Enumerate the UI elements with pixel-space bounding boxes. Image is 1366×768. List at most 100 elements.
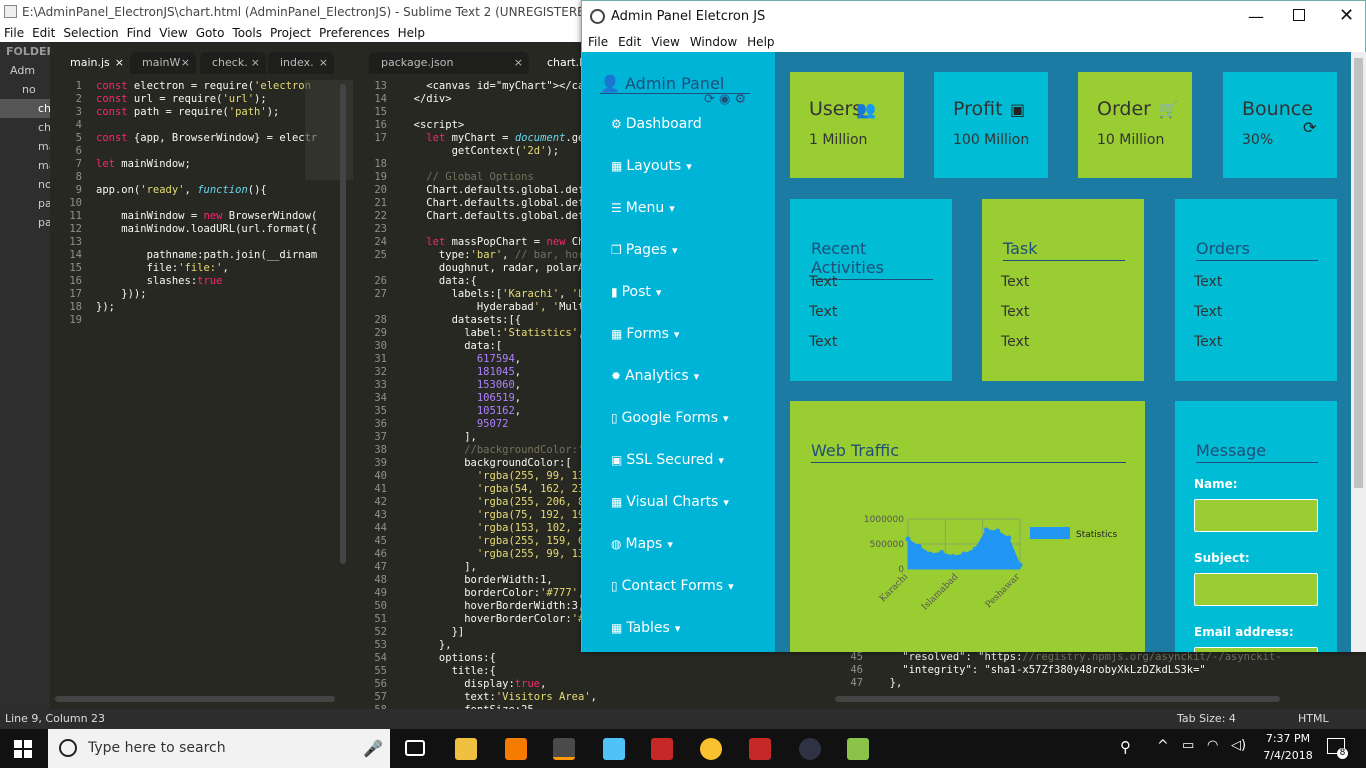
horizontal-scrollbar[interactable] bbox=[55, 696, 335, 702]
menu-file[interactable]: File bbox=[0, 24, 28, 42]
people-icon[interactable]: ⚲ bbox=[1120, 738, 1131, 756]
chevron-up-icon[interactable]: ^ bbox=[1157, 738, 1169, 754]
editor-tab[interactable]: mainW × bbox=[130, 52, 196, 74]
app-menu-window[interactable]: Window bbox=[684, 32, 741, 52]
editor-tab[interactable]: main.js × bbox=[58, 52, 130, 74]
code-line[interactable]: 17 })); bbox=[50, 288, 353, 301]
battery-icon[interactable]: ▭ bbox=[1182, 738, 1194, 753]
close-tab-icon[interactable]: × bbox=[319, 52, 328, 74]
taskbar-search-input[interactable]: Type here to search 🎤 bbox=[48, 729, 390, 768]
app-menu-edit[interactable]: Edit bbox=[612, 32, 645, 52]
sidebar-file-item[interactable]: pa bbox=[0, 194, 50, 213]
section-item[interactable]: Text bbox=[1194, 274, 1222, 290]
nav-item-dashboard[interactable]: ⚙ Dashboard bbox=[611, 116, 707, 132]
menu-project[interactable]: Project bbox=[266, 24, 315, 42]
clock-date[interactable]: 7/4/2018 bbox=[1260, 749, 1316, 762]
menu-find[interactable]: Find bbox=[123, 24, 156, 42]
scrollbar-thumb[interactable] bbox=[1354, 58, 1363, 488]
code-line[interactable]: 11 mainWindow = new BrowserWindow( bbox=[50, 210, 353, 223]
virtualbox-icon[interactable] bbox=[603, 738, 625, 760]
sidebar-file-item[interactable]: ch bbox=[0, 118, 50, 137]
app-scrollbar[interactable] bbox=[1351, 52, 1366, 652]
section-item[interactable]: Text bbox=[809, 274, 837, 290]
code-line[interactable]: 45 "resolved": "https://registry.npmjs.o… bbox=[831, 651, 1366, 664]
section-item[interactable]: Text bbox=[1194, 304, 1222, 320]
stat-card-profit[interactable]: Profit 100 Million ▣ bbox=[934, 72, 1048, 178]
code-line[interactable]: 56 display:true, bbox=[355, 678, 831, 691]
close-tab-icon[interactable]: × bbox=[115, 52, 124, 74]
nav-item-ssl-secured[interactable]: ▣ SSL Secured ▾ bbox=[611, 452, 724, 468]
section-item[interactable]: Text bbox=[1001, 304, 1029, 320]
code-line[interactable]: 13 bbox=[50, 236, 353, 249]
menu-tools[interactable]: Tools bbox=[228, 24, 266, 42]
code-line[interactable]: 19 bbox=[50, 314, 353, 327]
nav-item-layouts[interactable]: ▦ Layouts ▾ bbox=[611, 158, 692, 174]
code-line[interactable]: 18}); bbox=[50, 301, 353, 314]
menu-selection[interactable]: Selection bbox=[59, 24, 122, 42]
close-tab-icon[interactable]: × bbox=[181, 52, 190, 74]
section-item[interactable]: Text bbox=[1001, 334, 1029, 350]
editor-tab[interactable]: check. × bbox=[200, 52, 266, 74]
code-line[interactable]: 9 app.on('ready', function(){ bbox=[50, 184, 353, 197]
nav-item-google-forms[interactable]: ▯ Google Forms ▾ bbox=[611, 410, 729, 426]
electron-icon[interactable] bbox=[799, 738, 821, 760]
code-line[interactable]: 10 bbox=[50, 197, 353, 210]
sidebar-file-item[interactable]: no bbox=[0, 175, 50, 194]
code-line[interactable]: 54 options:{ bbox=[355, 652, 831, 665]
nav-item-analytics[interactable]: ✹ Analytics ▾ bbox=[611, 368, 699, 384]
menu-help[interactable]: Help bbox=[394, 24, 429, 42]
stat-card-bounce[interactable]: Bounce 30% ⟳ bbox=[1223, 72, 1337, 178]
section-item[interactable]: Text bbox=[809, 304, 837, 320]
close-tab-icon[interactable]: × bbox=[514, 52, 523, 74]
chrome-icon[interactable] bbox=[700, 738, 722, 760]
code-line[interactable]: 57 text:'Visitors Area', bbox=[355, 691, 831, 704]
app-menu-view[interactable]: View bbox=[645, 32, 683, 52]
nav-item-tables[interactable]: ▦ Tables ▾ bbox=[611, 620, 680, 636]
sidebar-file-item[interactable]: pa bbox=[0, 213, 50, 232]
gear-icon[interactable]: ⚙ bbox=[735, 92, 747, 107]
sidebar-file-item[interactable]: Adm bbox=[0, 61, 50, 80]
editor-tab[interactable]: index. × bbox=[268, 52, 334, 74]
brand[interactable]: 👤 Admin Panel bbox=[600, 74, 750, 94]
app-menu-file[interactable]: File bbox=[582, 32, 612, 52]
sidebar-file-item[interactable]: no bbox=[0, 80, 50, 99]
sidebar-file-item[interactable]: ma bbox=[0, 137, 50, 156]
nav-item-post[interactable]: ▮ Post ▾ bbox=[611, 284, 661, 300]
refresh-icon[interactable]: ⟳ bbox=[704, 92, 715, 107]
clock-time[interactable]: 7:37 PM bbox=[1260, 732, 1316, 745]
email-field[interactable] bbox=[1194, 647, 1318, 652]
section-item[interactable]: Text bbox=[809, 334, 837, 350]
nav-item-contact-forms[interactable]: ▯ Contact Forms ▾ bbox=[611, 578, 734, 594]
name-field[interactable] bbox=[1194, 499, 1318, 532]
menu-goto[interactable]: Goto bbox=[192, 24, 229, 42]
stat-card-order[interactable]: Order 10 Million 🛒 bbox=[1078, 72, 1192, 178]
menu-preferences[interactable]: Preferences bbox=[315, 24, 394, 42]
section-item[interactable]: Text bbox=[1001, 274, 1029, 290]
traffic-chart[interactable]: 10000005000000Karachi Islamabad PeshawarSt… bbox=[790, 401, 1145, 652]
code-line[interactable]: 47 }, bbox=[831, 677, 1366, 690]
code-line[interactable]: 15 file:'file:', bbox=[50, 262, 353, 275]
section-item[interactable]: Text bbox=[1194, 334, 1222, 350]
windows-start-icon[interactable] bbox=[14, 740, 32, 758]
editor-tab[interactable]: package.json × bbox=[369, 52, 529, 74]
nav-item-forms[interactable]: ▦ Forms ▾ bbox=[611, 326, 679, 342]
code-line[interactable]: 14 pathname:path.join(__dirnam bbox=[50, 249, 353, 262]
close-icon[interactable]: ✕ bbox=[1339, 0, 1354, 31]
sublime-icon[interactable] bbox=[553, 738, 575, 760]
sidebar-file-item[interactable]: ma bbox=[0, 156, 50, 175]
code-line[interactable]: 16 slashes:true bbox=[50, 275, 353, 288]
task-view-icon[interactable] bbox=[405, 740, 425, 756]
menu-view[interactable]: View bbox=[155, 24, 191, 42]
nav-item-pages[interactable]: ❐ Pages ▾ bbox=[611, 242, 677, 258]
menu-edit[interactable]: Edit bbox=[28, 24, 59, 42]
nav-item-menu[interactable]: ☰ Menu ▾ bbox=[611, 200, 675, 216]
git-icon[interactable] bbox=[651, 738, 673, 760]
sidebar-file-item[interactable]: ch bbox=[0, 99, 50, 118]
minimize-icon[interactable]: — bbox=[1248, 1, 1264, 32]
volume-icon[interactable]: ◁) bbox=[1231, 738, 1246, 753]
subject-field[interactable] bbox=[1194, 573, 1318, 606]
stat-card-users[interactable]: Users 1 Million 👥 bbox=[790, 72, 904, 178]
wifi-icon[interactable]: ◠ bbox=[1207, 738, 1218, 753]
file-explorer-icon[interactable] bbox=[455, 738, 477, 760]
code-line[interactable]: 55 title:{ bbox=[355, 665, 831, 678]
